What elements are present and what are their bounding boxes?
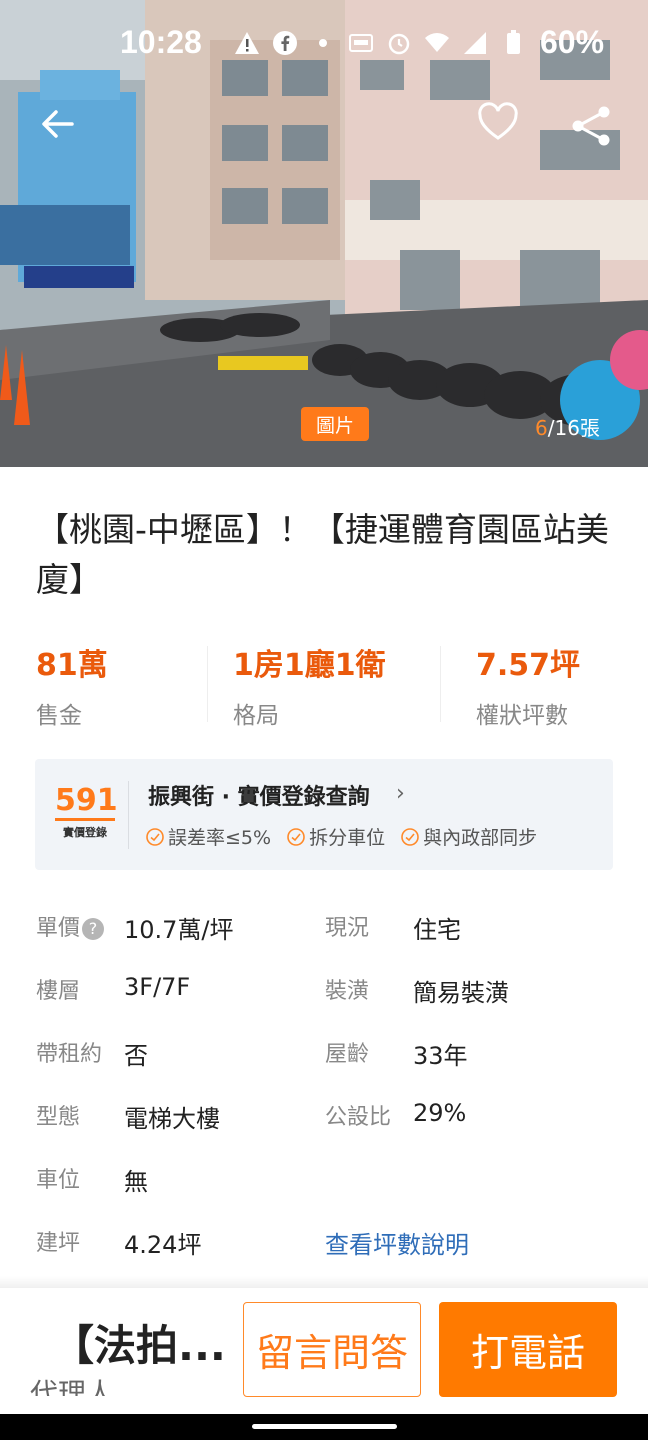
public-ratio-value: 29% bbox=[413, 1099, 467, 1127]
share-icon bbox=[572, 106, 610, 146]
panel-divider bbox=[128, 781, 129, 849]
listing-title: 【桃園-中壢區】！【捷運體育園區站美廈】 bbox=[36, 510, 609, 599]
facebook-icon bbox=[273, 31, 297, 55]
age-label: 屋齡 bbox=[325, 1042, 370, 1067]
stat-area-label: 權狀坪數 bbox=[476, 703, 568, 729]
photo-current-index: 6 bbox=[535, 416, 548, 440]
listing-detail-page: 10:28 60% 圖片 6/16張 【桃園-中壢區】！【捷運體育園區站美廈】 … bbox=[0, 0, 648, 1440]
public-ratio-label: 公設比 bbox=[325, 1105, 392, 1130]
system-nav-bar bbox=[0, 1414, 648, 1440]
lease-label: 帶租約 bbox=[36, 1042, 103, 1067]
street-photo bbox=[0, 0, 648, 467]
parking-label: 車位 bbox=[36, 1168, 81, 1193]
stat-layout: 1房1廳1衛 格局 bbox=[233, 640, 386, 730]
bottom-action-bar: 【法拍... 代理人 留言問答 打電話 bbox=[0, 1288, 648, 1414]
stat-layout-label: 格局 bbox=[233, 703, 279, 729]
stat-divider bbox=[207, 646, 208, 722]
badge-sync: 與內政部同步 bbox=[401, 823, 537, 850]
detail-row: 帶租約 否 屋齡 33年 bbox=[0, 1036, 648, 1076]
chevron-right-icon: › bbox=[396, 781, 405, 806]
stat-price: 81萬 售金 bbox=[36, 640, 108, 730]
signal-icon bbox=[464, 32, 486, 54]
status-battery: 60% bbox=[540, 24, 605, 60]
stat-price-label: 售金 bbox=[36, 703, 82, 729]
call-button[interactable]: 打電話 bbox=[439, 1302, 617, 1397]
bottom-bar-shadow bbox=[0, 1276, 648, 1288]
stat-area: 7.57坪 權狀坪數 bbox=[476, 640, 580, 730]
floor-label: 樓層 bbox=[36, 979, 81, 1004]
dot-icon bbox=[319, 39, 327, 47]
badge-label: 拆分車位 bbox=[309, 827, 386, 849]
floor-value: 3F/7F bbox=[124, 973, 191, 1001]
591-logo-number: 591 bbox=[55, 783, 118, 818]
stat-area-value: 7.57坪 bbox=[476, 648, 581, 683]
detail-row: 單價? 10.7萬/坪 現況 住宅 bbox=[0, 910, 648, 950]
badge-label: 誤差率≤5% bbox=[168, 827, 272, 849]
decor-label: 裝潢 bbox=[325, 979, 370, 1004]
warning-icon bbox=[235, 32, 259, 54]
detail-row: 建坪 4.24坪 查看坪數說明 bbox=[0, 1225, 648, 1265]
status-bar: 10:28 60% bbox=[0, 24, 648, 68]
building-area-value: 4.24坪 bbox=[124, 1231, 202, 1259]
status-icons bbox=[234, 30, 526, 56]
detail-row: 車位 無 bbox=[0, 1162, 648, 1202]
agent-name[interactable]: 【法拍... bbox=[52, 1312, 226, 1373]
building-area-label: 建坪 bbox=[36, 1231, 81, 1256]
detail-row: 樓層 3F/7F 裝潢 簡易裝潢 bbox=[0, 973, 648, 1013]
badge-error-rate: 誤差率≤5% bbox=[146, 823, 271, 850]
591-logo: 591 實價登錄 bbox=[55, 783, 118, 840]
status-value: 住宅 bbox=[413, 916, 461, 944]
591-logo-bar bbox=[55, 818, 115, 821]
stat-layout-value: 1房1廳1衛 bbox=[233, 648, 386, 683]
status-label: 現況 bbox=[325, 916, 370, 941]
area-explanation-link[interactable]: 查看坪數說明 bbox=[325, 1225, 469, 1260]
agent-role: 代理人 bbox=[30, 1377, 115, 1396]
check-circle-icon bbox=[146, 827, 164, 846]
parking-value: 無 bbox=[124, 1168, 148, 1196]
help-icon[interactable]: ? bbox=[82, 918, 105, 940]
heart-icon bbox=[478, 102, 518, 140]
photo-total: /16張 bbox=[547, 416, 600, 440]
hero-photo[interactable]: 10:28 60% 圖片 6/16張 bbox=[0, 0, 648, 467]
back-button[interactable] bbox=[34, 100, 82, 148]
stat-divider bbox=[440, 646, 441, 722]
key-stats: 81萬 售金 1房1廳1衛 格局 7.57坪 權狀坪數 bbox=[0, 640, 648, 730]
share-button[interactable] bbox=[568, 102, 616, 150]
actual-price-query-title[interactable]: 振興街 · 實價登錄查詢 bbox=[148, 779, 370, 811]
photo-counter: 6/16張 bbox=[535, 412, 600, 441]
auto-brightness-icon bbox=[349, 34, 373, 52]
decor-value: 簡易裝潢 bbox=[413, 979, 509, 1007]
badge-split-parking: 拆分車位 bbox=[287, 823, 385, 850]
type-label: 型態 bbox=[36, 1105, 81, 1130]
wifi-icon bbox=[425, 33, 449, 52]
check-circle-icon bbox=[401, 827, 419, 846]
age-value: 33年 bbox=[413, 1042, 468, 1070]
unit-price-label: 單價? bbox=[36, 910, 105, 942]
battery-icon bbox=[507, 30, 520, 54]
detail-row: 型態 電梯大樓 公設比 29% bbox=[0, 1099, 648, 1139]
check-circle-icon bbox=[287, 827, 305, 846]
status-time: 10:28 bbox=[120, 24, 202, 60]
favorite-button[interactable] bbox=[474, 98, 522, 146]
home-gesture-handle[interactable] bbox=[252, 1424, 397, 1429]
panel-badges: 誤差率≤5% 拆分車位 與內政部同步 bbox=[146, 823, 537, 850]
badge-label: 與內政部同步 bbox=[423, 827, 538, 849]
unit-price-value: 10.7萬/坪 bbox=[124, 916, 234, 944]
message-button[interactable]: 留言問答 bbox=[243, 1302, 421, 1397]
actual-price-panel[interactable]: 591 實價登錄 振興街 · 實價登錄查詢 › 誤差率≤5% 拆分車位 與內政部… bbox=[35, 759, 613, 870]
alarm-icon bbox=[388, 33, 410, 55]
stat-price-value: 81萬 bbox=[36, 648, 108, 683]
591-logo-sub: 實價登錄 bbox=[63, 826, 107, 839]
back-arrow-icon bbox=[42, 110, 74, 138]
type-value: 電梯大樓 bbox=[124, 1105, 220, 1133]
lease-value: 否 bbox=[124, 1042, 148, 1070]
photo-tab[interactable]: 圖片 bbox=[301, 407, 369, 441]
